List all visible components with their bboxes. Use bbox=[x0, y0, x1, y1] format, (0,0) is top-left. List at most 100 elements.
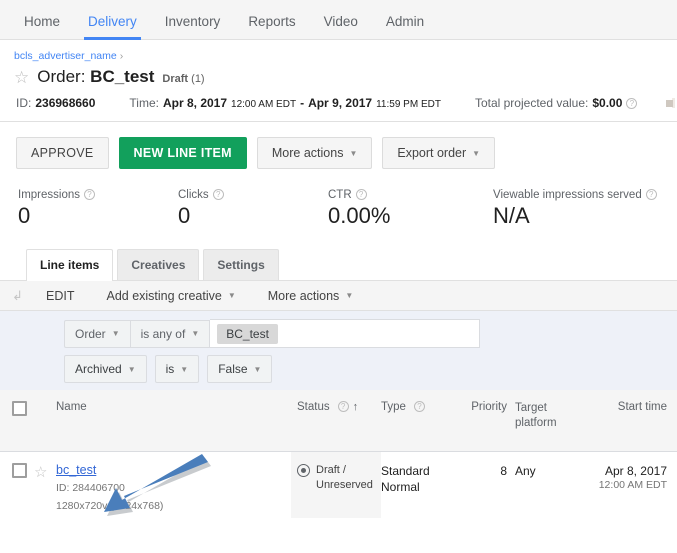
line-item-name-link[interactable]: bc_test bbox=[56, 463, 291, 477]
filter-row-archived: Archived ▼ is ▼ False ▼ bbox=[0, 348, 677, 383]
order-id-group: ID:236968660 bbox=[16, 96, 129, 110]
filter-operator-archived[interactable]: is ▼ bbox=[155, 355, 200, 383]
nav-item-delivery[interactable]: Delivery bbox=[74, 14, 151, 39]
metric-clicks-label: Clicks bbox=[178, 189, 209, 201]
row-checkbox-cell bbox=[0, 452, 34, 518]
row-favorite-star-icon[interactable]: ☆ bbox=[34, 464, 47, 481]
metric-ctr: CTR? 0.00% bbox=[328, 189, 493, 229]
filter-value-token[interactable]: BC_test bbox=[217, 324, 278, 344]
row-name-cell: bc_test ID: 284406700 1280x720v (1024x76… bbox=[56, 452, 291, 518]
line-item-id: ID: 284406700 bbox=[56, 477, 291, 495]
metrics-row: Impressions? 0 Clicks? 0 CTR? 0.00% View… bbox=[14, 169, 663, 229]
breadcrumb-separator: › bbox=[117, 50, 124, 62]
scrollbar-fragment-thumb[interactable] bbox=[666, 100, 673, 107]
nav-item-home[interactable]: Home bbox=[10, 14, 74, 39]
help-icon-ctr[interactable]: ? bbox=[356, 189, 367, 200]
column-header-name-label: Name bbox=[56, 401, 87, 413]
column-header-name[interactable]: Name bbox=[56, 390, 291, 451]
nav-item-admin[interactable]: Admin bbox=[372, 14, 438, 39]
select-all-checkbox-cell bbox=[0, 390, 34, 451]
top-navigation: Home Delivery Inventory Reports Video Ad… bbox=[0, 0, 677, 40]
add-existing-creative-button[interactable]: Add existing creative ▼ bbox=[90, 289, 251, 303]
nav-item-video[interactable]: Video bbox=[310, 14, 372, 39]
row-type-line2: Normal bbox=[381, 479, 463, 495]
order-title-row: ☆ Order: BC_test Draft (1) bbox=[14, 65, 663, 87]
column-header-status-label: Status bbox=[297, 401, 330, 413]
filter-row-order: Order ▼ is any of ▼ BC_test bbox=[0, 319, 677, 348]
line-items-table: Name Status ? ↑ Type ? Priority bbox=[0, 390, 677, 518]
help-icon-viewable-impressions[interactable]: ? bbox=[646, 189, 657, 200]
column-header-type[interactable]: Type ? bbox=[381, 390, 463, 451]
metric-clicks-value: 0 bbox=[178, 201, 328, 229]
order-total-group: Total projected value:$0.00? bbox=[475, 96, 637, 110]
order-time-start-date: Apr 8, 2017 bbox=[159, 96, 227, 110]
help-icon-total-projected-value[interactable]: ? bbox=[626, 98, 637, 109]
column-header-target-platform[interactable]: Target platform bbox=[515, 390, 577, 451]
metric-impressions: Impressions? 0 bbox=[18, 189, 178, 229]
filter-operator-order[interactable]: is any of ▼ bbox=[130, 320, 211, 348]
table-row[interactable]: ☆ bc_test ID: 284406700 1280x720v (1024x… bbox=[0, 452, 677, 518]
tab-line-items[interactable]: Line items bbox=[26, 249, 113, 280]
chevron-down-icon: ▼ bbox=[254, 365, 262, 374]
column-header-start-time[interactable]: Start time bbox=[577, 390, 677, 451]
approve-button[interactable]: APPROVE bbox=[16, 137, 109, 169]
column-header-priority-label: Priority bbox=[471, 401, 507, 413]
filter-value-archived[interactable]: False ▼ bbox=[207, 355, 272, 383]
help-icon-status[interactable]: ? bbox=[338, 401, 349, 412]
order-time-label: Time: bbox=[129, 96, 159, 110]
tab-bar: Line items Creatives Settings bbox=[26, 229, 663, 280]
metric-viewable-impressions-value: N/A bbox=[493, 201, 657, 229]
metric-clicks: Clicks? 0 bbox=[178, 189, 328, 229]
undo-icon[interactable]: ↲ bbox=[12, 288, 30, 304]
breadcrumb-advertiser-link[interactable]: bcls_advertiser_name bbox=[14, 50, 117, 62]
page-title: Order: BC_test bbox=[37, 67, 154, 87]
filter-field-archived[interactable]: Archived ▼ bbox=[64, 355, 147, 383]
toolbar-more-actions-button[interactable]: More actions ▼ bbox=[252, 289, 369, 303]
more-actions-button[interactable]: More actions ▼ bbox=[257, 137, 372, 169]
order-meta-row: ID:236968660 Time:Apr 8, 201712:00 AM ED… bbox=[14, 87, 663, 110]
order-time-end-date: Apr 9, 2017 bbox=[304, 96, 372, 110]
chevron-down-icon: ▼ bbox=[112, 329, 120, 338]
table-header-row: Name Status ? ↑ Type ? Priority bbox=[0, 390, 677, 452]
tab-settings[interactable]: Settings bbox=[203, 249, 278, 280]
edit-button[interactable]: EDIT bbox=[30, 289, 90, 303]
filter-value-archived-label: False bbox=[218, 362, 247, 376]
nav-item-reports[interactable]: Reports bbox=[234, 14, 309, 39]
status-badge: Draft (1) bbox=[162, 73, 204, 85]
filter-field-order[interactable]: Order ▼ bbox=[64, 320, 130, 348]
order-time-group: Time:Apr 8, 201712:00 AM EDT-Apr 9, 2017… bbox=[129, 96, 475, 110]
filter-value-input[interactable]: BC_test bbox=[210, 319, 480, 348]
select-all-checkbox[interactable] bbox=[12, 401, 27, 416]
sort-ascending-icon[interactable]: ↑ bbox=[353, 401, 359, 413]
main-content: bcls_advertiser_name› ☆ Order: BC_test D… bbox=[0, 40, 677, 518]
line-items-toolbar: ↲ EDIT Add existing creative ▼ More acti… bbox=[0, 280, 677, 311]
filter-field-order-label: Order bbox=[75, 327, 106, 341]
column-header-type-label: Type bbox=[381, 401, 406, 413]
app-page: Home Delivery Inventory Reports Video Ad… bbox=[0, 0, 677, 553]
help-icon-type[interactable]: ? bbox=[414, 401, 425, 412]
nav-item-inventory[interactable]: Inventory bbox=[151, 14, 235, 39]
filter-operator-order-label: is any of bbox=[141, 327, 186, 341]
row-select-checkbox[interactable] bbox=[12, 463, 27, 478]
total-projected-value: $0.00 bbox=[588, 96, 622, 110]
help-icon-impressions[interactable]: ? bbox=[84, 189, 95, 200]
row-start-clock: 12:00 AM EDT bbox=[577, 479, 667, 491]
export-order-button[interactable]: Export order ▼ bbox=[382, 137, 495, 169]
status-badge-label: Draft bbox=[162, 73, 188, 85]
filter-field-archived-label: Archived bbox=[75, 362, 122, 376]
row-start-date: Apr 8, 2017 bbox=[577, 463, 667, 479]
chevron-down-icon: ▼ bbox=[191, 329, 199, 338]
order-title-prefix: Order: bbox=[37, 67, 85, 86]
favorite-star-icon[interactable]: ☆ bbox=[14, 69, 29, 86]
column-header-priority[interactable]: Priority bbox=[463, 390, 515, 451]
tab-creatives[interactable]: Creatives bbox=[117, 249, 199, 280]
metric-impressions-label: Impressions bbox=[18, 189, 80, 201]
header-star-cell bbox=[34, 390, 56, 451]
column-header-status[interactable]: Status ? ↑ bbox=[291, 390, 381, 451]
breadcrumb: bcls_advertiser_name› bbox=[14, 40, 663, 65]
help-icon-clicks[interactable]: ? bbox=[213, 189, 224, 200]
new-line-item-button[interactable]: NEW LINE ITEM bbox=[119, 137, 247, 169]
row-status-line1: Draft / bbox=[316, 464, 346, 476]
filter-panel: Order ▼ is any of ▼ BC_test Archived ▼ i… bbox=[0, 311, 677, 390]
chevron-down-icon: ▼ bbox=[349, 149, 357, 158]
